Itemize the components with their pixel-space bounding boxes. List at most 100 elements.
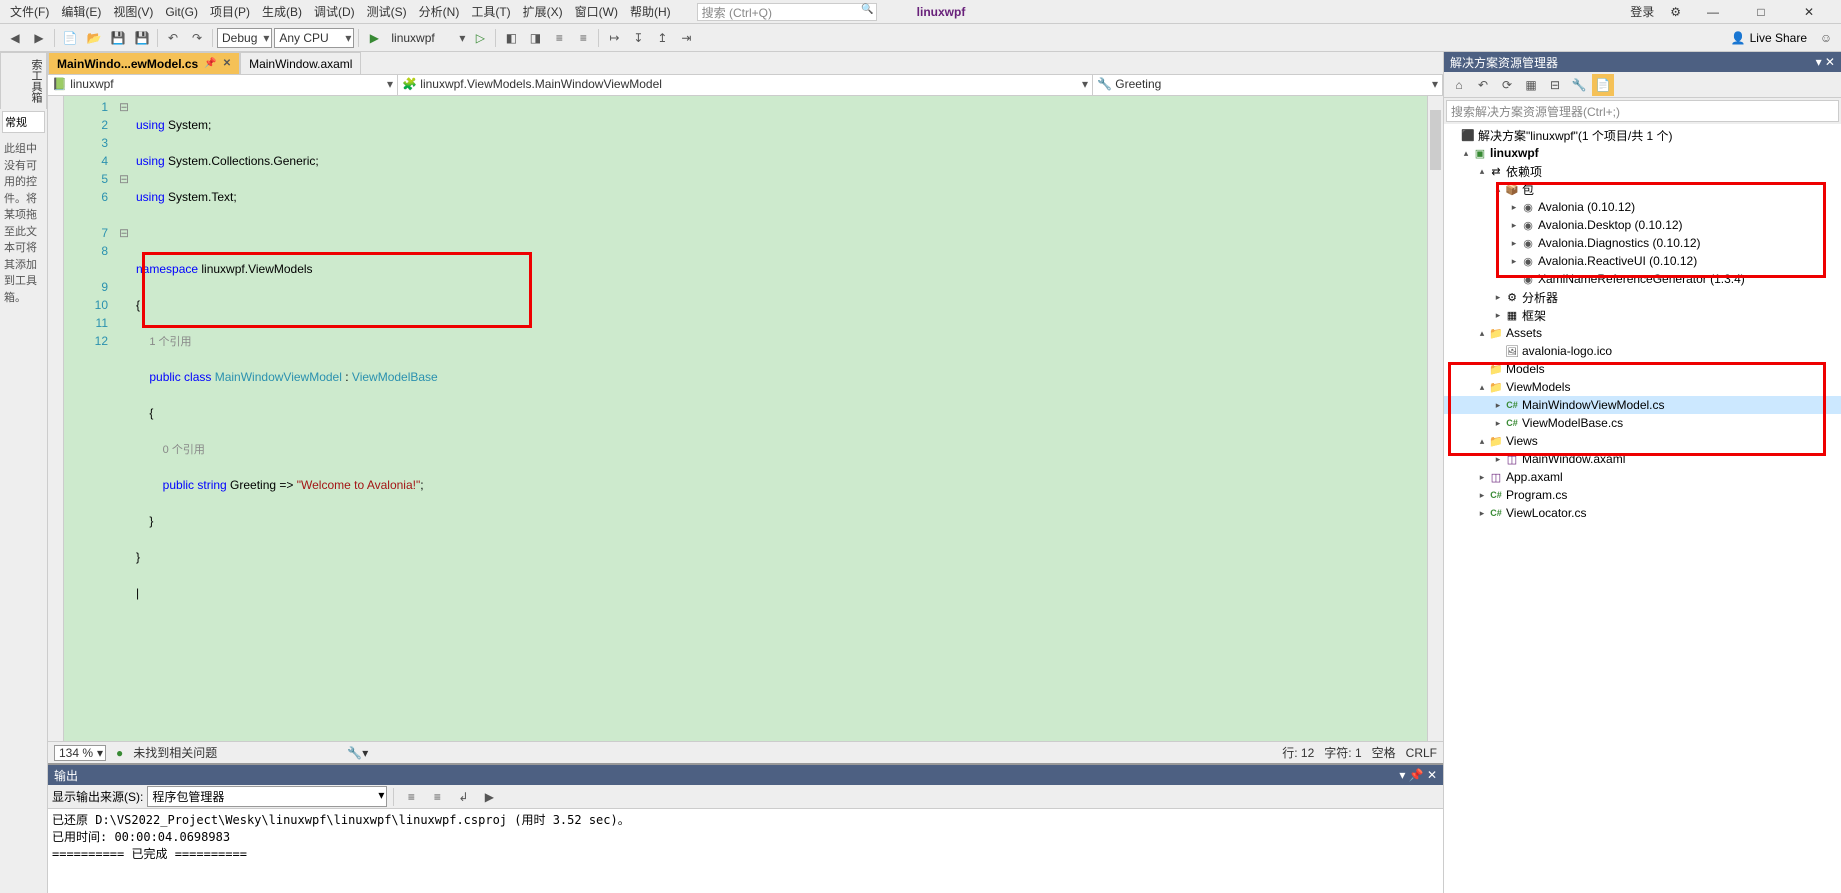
output-wrap-icon[interactable]: ↲ — [452, 786, 474, 808]
menu-file[interactable]: 文件(F) — [4, 1, 55, 22]
menu-help[interactable]: 帮助(H) — [624, 1, 677, 22]
tree-solution[interactable]: ⬛解决方案"linuxwpf"(1 个项目/共 1 个) — [1444, 126, 1841, 144]
new-project-icon[interactable]: 📄 — [59, 27, 81, 49]
tree-assets[interactable]: ▴📁Assets — [1444, 324, 1841, 342]
solution-tree[interactable]: ⬛解决方案"linuxwpf"(1 个项目/共 1 个) ▴▣linuxwpf … — [1444, 124, 1841, 893]
save-icon[interactable]: 💾 — [107, 27, 129, 49]
nav-class[interactable]: 🧩 linuxwpf.ViewModels.MainWindowViewMode… — [398, 75, 1093, 95]
tool-icon-2[interactable]: ◨ — [524, 27, 546, 49]
tool-icon-4[interactable]: ≡ — [572, 27, 594, 49]
tree-vm-1[interactable]: ▸C#ViewModelBase.cs — [1444, 414, 1841, 432]
se-back-icon[interactable]: ↶ — [1472, 74, 1494, 96]
menu-tools[interactable]: 工具(T) — [465, 1, 516, 22]
menu-test[interactable]: 测试(S) — [361, 1, 413, 22]
tree-models[interactable]: 📁Models — [1444, 360, 1841, 378]
tree-project[interactable]: ▴▣linuxwpf — [1444, 144, 1841, 162]
login-button[interactable]: 登录 — [1626, 1, 1658, 22]
tree-view-0[interactable]: ▸◫MainWindow.axaml — [1444, 450, 1841, 468]
menu-build[interactable]: 生成(B) — [256, 1, 308, 22]
open-icon[interactable]: 📂 — [83, 27, 105, 49]
se-properties-icon[interactable]: 🔧 — [1568, 74, 1590, 96]
se-pin-icon[interactable]: ▾ ✕ — [1816, 55, 1835, 69]
step-icon-3[interactable]: ↥ — [651, 27, 673, 49]
scrollbar-thumb[interactable] — [1430, 110, 1441, 170]
menu-edit[interactable]: 编辑(E) — [55, 1, 107, 22]
se-showall-icon[interactable]: ▦ — [1520, 74, 1542, 96]
quickactions-icon[interactable]: 🔧▾ — [347, 746, 368, 760]
save-all-icon[interactable]: 💾 — [131, 27, 153, 49]
output-title-label: 输出 — [54, 767, 78, 784]
menu-analyze[interactable]: 分析(N) — [413, 1, 466, 22]
output-source-combo[interactable]: 程序包管理器 — [147, 786, 387, 807]
tree-analyzer[interactable]: ▸⚙分析器 — [1444, 288, 1841, 306]
toolbox-tab[interactable]: 索工具箱 — [0, 52, 47, 109]
nav-fwd-icon[interactable]: ▶ — [28, 27, 50, 49]
undo-icon[interactable]: ↶ — [162, 27, 184, 49]
close-tab-icon[interactable]: ✕ — [223, 58, 231, 69]
se-sync-icon[interactable]: ⟳ — [1496, 74, 1518, 96]
tree-pkg-1[interactable]: ▸◉Avalonia.Desktop (0.10.12) — [1444, 216, 1841, 234]
output-goto-icon[interactable]: ▶ — [478, 786, 500, 808]
tab-mainwindowviewmodel[interactable]: MainWindo...ewModel.cs 📌 ✕ — [48, 52, 240, 74]
step-icon-4[interactable]: ⇥ — [675, 27, 697, 49]
platform-combo[interactable]: Any CPU — [274, 28, 354, 48]
start-debug-icon[interactable]: ▶ — [363, 27, 385, 49]
search-input[interactable]: 搜索 (Ctrl+Q) — [697, 3, 877, 21]
step-icon-2[interactable]: ↧ — [627, 27, 649, 49]
start-target-combo[interactable]: linuxwpf — [387, 28, 467, 48]
tree-views[interactable]: ▴📁Views — [1444, 432, 1841, 450]
toolbox-category[interactable]: 常规 — [2, 111, 45, 133]
tree-app-axaml[interactable]: ▸◫App.axaml — [1444, 468, 1841, 486]
pin-icon[interactable]: 📌 — [204, 58, 216, 69]
line-ending[interactable]: CRLF — [1406, 746, 1437, 760]
output-clear-icon[interactable]: ≡ — [400, 786, 422, 808]
tree-pkg-2[interactable]: ▸◉Avalonia.Diagnostics (0.10.12) — [1444, 234, 1841, 252]
tree-viewlocator[interactable]: ▸C#ViewLocator.cs — [1444, 504, 1841, 522]
tab-mainwindow-axaml[interactable]: MainWindow.axaml — [240, 52, 361, 74]
nav-project[interactable]: 📗 linuxwpf — [48, 75, 398, 95]
code-editor[interactable]: 123456 78 9101112 ⊟⊟⊟ using using System… — [48, 96, 1443, 741]
nav-member[interactable]: 🔧 Greeting — [1093, 75, 1443, 95]
tree-deps[interactable]: ▴⇄依赖项 — [1444, 162, 1841, 180]
nav-back-icon[interactable]: ◀ — [4, 27, 26, 49]
close-button[interactable]: ✕ — [1789, 3, 1829, 21]
feedback-icon[interactable]: ☺ — [1815, 27, 1837, 49]
tree-pkg-4[interactable]: ◉XamlNameReferenceGenerator (1.3.4) — [1444, 270, 1841, 288]
tree-vm-0[interactable]: ▸C#MainWindowViewModel.cs — [1444, 396, 1841, 414]
menu-git[interactable]: Git(G) — [159, 3, 204, 21]
tree-pkg-0[interactable]: ▸◉Avalonia (0.10.12) — [1444, 198, 1841, 216]
step-icon-1[interactable]: ↦ — [603, 27, 625, 49]
menu-project[interactable]: 项目(P) — [204, 1, 256, 22]
tree-program[interactable]: ▸C#Program.cs — [1444, 486, 1841, 504]
indent-mode[interactable]: 空格 — [1372, 744, 1396, 761]
settings-icon[interactable]: ⚙ — [1666, 3, 1685, 21]
se-home-icon[interactable]: ⌂ — [1448, 74, 1470, 96]
vertical-scrollbar[interactable] — [1427, 96, 1443, 741]
menu-window[interactable]: 窗口(W) — [569, 1, 624, 22]
menu-debug[interactable]: 调试(D) — [308, 1, 361, 22]
code-body[interactable]: using using System;System; using System.… — [132, 96, 1427, 741]
tree-viewmodels[interactable]: ▴📁ViewModels — [1444, 378, 1841, 396]
tree-pkg-3[interactable]: ▸◉Avalonia.ReactiveUI (0.10.12) — [1444, 252, 1841, 270]
tool-icon-1[interactable]: ◧ — [500, 27, 522, 49]
fold-gutter[interactable]: ⊟⊟⊟ — [116, 96, 132, 741]
zoom-combo[interactable]: 134 % — [54, 745, 106, 761]
redo-icon[interactable]: ↷ — [186, 27, 208, 49]
config-combo[interactable]: Debug — [217, 28, 272, 48]
tree-asset-0[interactable]: 🖼avalonia-logo.ico — [1444, 342, 1841, 360]
se-collapse-icon[interactable]: ⊟ — [1544, 74, 1566, 96]
output-toggle-icon[interactable]: ≡ — [426, 786, 448, 808]
output-body[interactable]: 已还原 D:\VS2022_Project\Wesky\linuxwpf\lin… — [48, 809, 1443, 893]
se-search-input[interactable]: 搜索解决方案资源管理器(Ctrl+;) — [1446, 100, 1839, 122]
tool-icon-3[interactable]: ≡ — [548, 27, 570, 49]
menu-extensions[interactable]: 扩展(X) — [517, 1, 569, 22]
tree-packages[interactable]: ▴📦包 — [1444, 180, 1841, 198]
start-nodebug-icon[interactable]: ▷ — [469, 27, 491, 49]
output-pin-icon[interactable]: ▾ 📌 ✕ — [1399, 768, 1437, 782]
menu-view[interactable]: 视图(V) — [107, 1, 159, 22]
se-preview-icon[interactable]: 📄 — [1592, 74, 1614, 96]
maximize-button[interactable]: □ — [1741, 3, 1781, 21]
tree-framework[interactable]: ▸▦框架 — [1444, 306, 1841, 324]
live-share-button[interactable]: 👤 Live Share — [1725, 29, 1813, 47]
minimize-button[interactable]: — — [1693, 3, 1733, 21]
